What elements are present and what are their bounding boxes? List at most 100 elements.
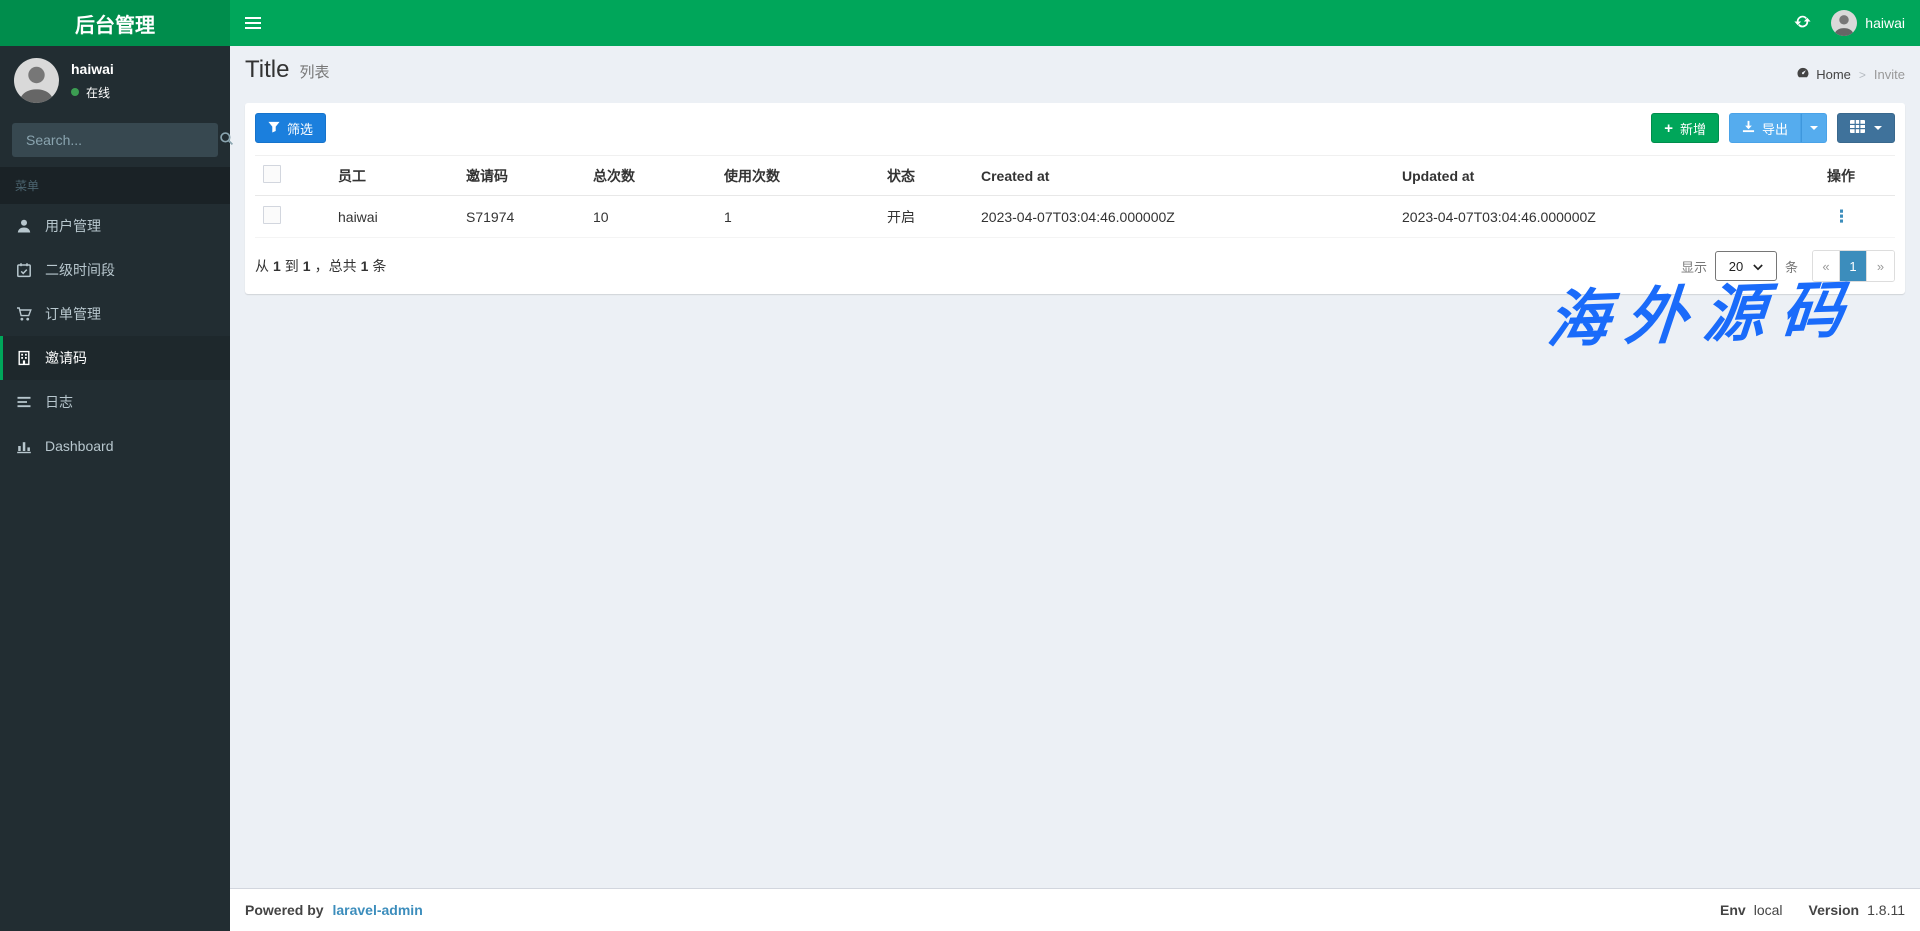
grid-footer: 从 1 到 1 ，总共 1 条 显示 20 条 « 1 »: [245, 238, 1905, 294]
row-checkbox[interactable]: [263, 206, 281, 224]
page-title: Title 列表: [245, 56, 329, 84]
column-header-total: 总次数: [585, 155, 716, 196]
export-dropdown-button[interactable]: [1801, 113, 1827, 143]
sidebar-item-logs[interactable]: 日志: [0, 380, 230, 424]
sidebar-search-input[interactable]: [14, 132, 219, 148]
search-icon: [219, 131, 234, 149]
column-header-status: 状态: [879, 155, 973, 196]
sidebar-user-info: haiwai 在线: [71, 61, 114, 101]
grid-box: 筛选 + 新增 导出 员工 邀请码 总次数 使用次数 状态 Created at…: [245, 103, 1905, 294]
online-status-label: 在线: [86, 85, 111, 100]
column-header-employee: 员工: [330, 155, 458, 196]
caret-down-icon: [1810, 126, 1818, 130]
sidebar-item-orders[interactable]: 订单管理: [0, 292, 230, 336]
column-header-code: 邀请码: [458, 155, 585, 196]
env-label: Env: [1720, 902, 1746, 918]
sidebar-item-invite-codes[interactable]: 邀请码: [0, 336, 230, 380]
top-navbar: 后台管理 haiwai: [0, 0, 1920, 46]
cell-employee: haiwai: [330, 195, 458, 238]
brand-logo[interactable]: 后台管理: [0, 0, 230, 46]
breadcrumb: Home > Invite: [1796, 66, 1905, 83]
plus-icon: +: [1664, 119, 1673, 137]
page-title-text: Title: [245, 56, 290, 83]
sidebar-item-time-periods[interactable]: 二级时间段: [0, 248, 230, 292]
column-header-used: 使用次数: [716, 155, 879, 196]
app-root: 后台管理 haiwai haiwai 在线 Search... 菜单 用户管理 …: [0, 0, 1920, 931]
laravel-admin-link[interactable]: laravel-admin: [332, 902, 422, 918]
main-footer: Powered by laravel-admin Env local Versi…: [230, 888, 1920, 931]
sidebar-item-label: 二级时间段: [45, 262, 115, 278]
cell-used: 1: [716, 195, 879, 238]
cell-code: S71974: [458, 195, 585, 238]
sidebar-item-label: Dashboard: [45, 438, 114, 454]
table-row: haiwai S71974 10 1 开启 2023-04-07T03:04:4…: [255, 195, 1895, 238]
filter-icon: [268, 121, 280, 136]
breadcrumb-home-label: Home: [1816, 67, 1851, 82]
powered-by-label: Powered by: [245, 902, 324, 918]
navbar-right: haiwai: [1794, 10, 1905, 36]
export-button[interactable]: 导出: [1728, 113, 1801, 143]
cell-total: 10: [585, 195, 716, 238]
column-header-created-at: Created at: [973, 155, 1394, 196]
sidebar-avatar: [14, 58, 59, 103]
grid-summary: 从 1 到 1 ，总共 1 条: [255, 258, 387, 274]
pagination-prev-button[interactable]: «: [1813, 251, 1840, 281]
sidebar-search-button[interactable]: [219, 131, 234, 149]
sidebar-item-label: 邀请码: [45, 350, 87, 366]
column-header-updated-at: Updated at: [1394, 155, 1819, 196]
brand-logo-text: 后台管理: [75, 14, 155, 37]
select-all-checkbox[interactable]: [263, 165, 281, 183]
pagination-page-1[interactable]: 1: [1840, 251, 1867, 281]
user-icon: [15, 218, 33, 234]
content-header: Title 列表 Home > Invite: [230, 46, 1920, 103]
online-status-dot: [71, 88, 79, 96]
bar-chart-icon: [15, 438, 33, 454]
sidebar-search-form: [12, 123, 234, 157]
download-icon: [1742, 120, 1755, 136]
sidebar-menu-header: 菜单: [0, 167, 230, 204]
pagination-next-button[interactable]: »: [1867, 251, 1894, 281]
navbar-main: haiwai: [230, 0, 1920, 46]
hamburger-icon: [245, 17, 261, 19]
cell-updated-at: 2023-04-07T03:04:46.000000Z: [1394, 195, 1819, 238]
page-subtitle: 列表: [299, 64, 330, 81]
filter-button-label: 筛选: [287, 121, 314, 137]
chevron-down-icon: [1753, 259, 1763, 274]
navbar-avatar: [1831, 10, 1858, 36]
grid-toolbar: 筛选 + 新增 导出: [245, 103, 1905, 143]
sidebar-user-status: 在线: [71, 84, 114, 101]
sidebar-toggle-button[interactable]: [230, 0, 276, 46]
new-button[interactable]: + 新增: [1651, 113, 1719, 143]
log-icon: [15, 394, 33, 410]
sidebar-item-users[interactable]: 用户管理: [0, 204, 230, 248]
grid-icon: [1850, 120, 1865, 136]
sidebar: haiwai 在线 菜单 用户管理: [0, 46, 234, 931]
sidebar-item-label: 日志: [45, 394, 73, 410]
page-size-label: 显示: [1680, 259, 1707, 275]
filter-button[interactable]: 筛选: [255, 113, 327, 143]
invite-code-icon: [15, 350, 33, 366]
caret-down-icon: [1874, 126, 1882, 130]
sidebar-item-dashboard[interactable]: Dashboard: [0, 424, 230, 468]
breadcrumb-home-link[interactable]: Home: [1796, 66, 1851, 83]
invite-codes-table: 员工 邀请码 总次数 使用次数 状态 Created at Updated at…: [255, 155, 1895, 238]
breadcrumb-separator: >: [1858, 67, 1866, 82]
env-value: local: [1753, 902, 1783, 918]
grid-toolbar-right: + 新增 导出: [1651, 113, 1895, 143]
navbar-user-name: haiwai: [1865, 15, 1905, 31]
export-button-group: 导出: [1728, 113, 1827, 143]
sidebar-user-name: haiwai: [71, 60, 114, 77]
navbar-user-menu[interactable]: haiwai: [1831, 10, 1905, 36]
pagination: « 1 »: [1812, 250, 1895, 282]
calendar-icon: [15, 262, 33, 278]
footer-env-version: Env local Version 1.8.11: [1720, 902, 1905, 918]
dashboard-icon: [1796, 66, 1810, 83]
page-size-value: 20: [1728, 258, 1744, 274]
column-selector-button[interactable]: [1837, 113, 1895, 143]
sidebar-item-label: 用户管理: [45, 218, 101, 234]
refresh-button[interactable]: [1794, 13, 1811, 33]
row-actions-button[interactable]: ⋮: [1827, 207, 1856, 226]
refresh-icon: [1794, 13, 1811, 33]
page-size-select[interactable]: 20: [1714, 251, 1777, 281]
version-label: Version: [1808, 902, 1860, 918]
